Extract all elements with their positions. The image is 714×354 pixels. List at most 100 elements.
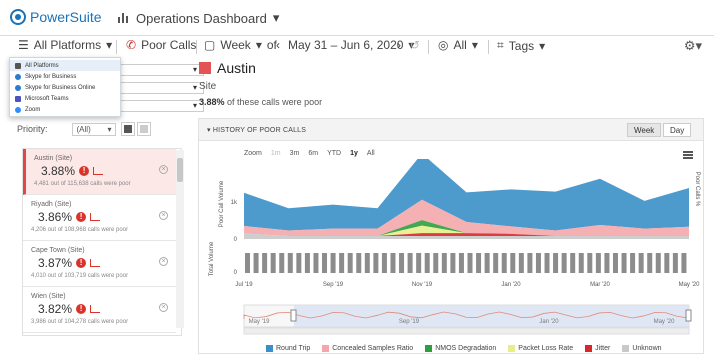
volume-bar bbox=[313, 253, 319, 273]
divider bbox=[428, 40, 429, 54]
trend-icon bbox=[90, 213, 101, 221]
stack-icon: ☰ bbox=[18, 38, 29, 52]
volume-bar bbox=[518, 253, 524, 273]
navigator-label: May '19 bbox=[249, 319, 270, 325]
zoom-1m[interactable]: 1m bbox=[271, 150, 281, 157]
platform-label: All Platforms bbox=[33, 38, 102, 52]
legend-swatch bbox=[266, 345, 273, 352]
dashboard-selector[interactable]: Operations Dashboard ▾ bbox=[118, 10, 279, 26]
chevron-right-icon: › bbox=[397, 38, 401, 52]
chevron-down-icon: ▾ bbox=[539, 38, 546, 53]
site-title-text: Austin bbox=[217, 60, 256, 76]
chevron-down-icon: ▾ bbox=[107, 124, 112, 134]
poor-calls-selector[interactable]: ✆ Poor Calls bbox=[126, 38, 196, 52]
site-card-austin[interactable]: Austin (Site) 3.88%! 4,481 out of 115,63… bbox=[23, 149, 176, 195]
period-selector[interactable]: ▢ Week ▾ of bbox=[204, 38, 277, 52]
volume-bar bbox=[578, 253, 584, 273]
volume-bar bbox=[638, 253, 644, 273]
toggle-week[interactable]: Week bbox=[627, 123, 662, 137]
grid-view-icon[interactable] bbox=[120, 122, 135, 136]
divider bbox=[116, 40, 117, 54]
scrollbar-thumb[interactable] bbox=[177, 158, 183, 182]
gear-icon: ⚙▾ bbox=[683, 38, 702, 53]
volume-bar bbox=[416, 253, 422, 273]
history-title[interactable]: ▾ HISTORY OF POOR CALLS bbox=[207, 126, 306, 134]
legend-item[interactable]: Unknown bbox=[622, 345, 662, 352]
legend-label: Concealed Samples Ratio bbox=[332, 345, 414, 352]
prev-period-button[interactable]: ‹ bbox=[276, 38, 280, 52]
logo-text: PowerSuite bbox=[30, 9, 102, 25]
area-round-trip bbox=[244, 159, 689, 231]
volume-bar bbox=[672, 253, 678, 273]
site-card-riyadh[interactable]: Riyadh (Site) 3.86%! 4,206 out of 108,96… bbox=[23, 195, 176, 241]
site-card-wien[interactable]: Wien (Site) 3.82%! 3,986 out of 104,278 … bbox=[23, 287, 176, 333]
volume-bar bbox=[561, 253, 567, 273]
date-range-selector[interactable]: May 31 – Jun 6, 2020 ▾ bbox=[288, 38, 414, 52]
dashboard-title: Operations Dashboard bbox=[136, 10, 267, 26]
platform-option-teams[interactable]: Microsoft Teams bbox=[10, 93, 120, 104]
settings-button[interactable]: ⚙▾ bbox=[684, 38, 702, 54]
platform-option-skype-online[interactable]: Skype for Business Online bbox=[10, 82, 120, 93]
list-view-icon[interactable] bbox=[136, 122, 151, 136]
legend-item[interactable]: NMOS Degradation bbox=[425, 345, 496, 352]
legend-swatch bbox=[622, 345, 630, 352]
app-logo[interactable]: PowerSuite bbox=[10, 9, 102, 25]
site-card-cape-town[interactable]: Cape Town (Site) 3.87%! 4,010 out of 103… bbox=[23, 241, 176, 287]
volume-bar bbox=[484, 253, 490, 273]
status-square-icon bbox=[199, 62, 211, 74]
toggle-day[interactable]: Day bbox=[663, 123, 692, 137]
globe-icon: ◎ bbox=[438, 38, 449, 52]
remove-icon[interactable]: × bbox=[159, 303, 168, 312]
legend-item[interactable]: Jitter bbox=[585, 345, 610, 352]
platform-option-zoom[interactable]: Zoom bbox=[10, 104, 120, 115]
volume-bar bbox=[501, 253, 507, 273]
volume-bar bbox=[630, 253, 636, 273]
filter-select-2[interactable]: ▾ bbox=[114, 82, 204, 94]
remove-icon[interactable]: × bbox=[159, 165, 168, 174]
zoom-ytd[interactable]: YTD bbox=[327, 150, 341, 157]
trend-icon bbox=[90, 259, 101, 267]
volume-bar bbox=[655, 253, 661, 273]
volume-bar bbox=[399, 253, 405, 273]
divider bbox=[196, 40, 197, 54]
volume-bar bbox=[570, 253, 576, 273]
next-period-button[interactable]: › bbox=[397, 38, 401, 52]
legend-item[interactable]: Concealed Samples Ratio bbox=[322, 345, 413, 352]
volume-bar bbox=[587, 253, 593, 273]
volume-bar bbox=[510, 253, 516, 273]
zoom-1y[interactable]: 1y bbox=[350, 150, 358, 157]
priority-select[interactable]: (All) ▾ bbox=[71, 122, 116, 136]
legend-item[interactable]: Round Trip bbox=[266, 345, 310, 352]
chart-legend: Round Trip Concealed Samples Ratio NMOS De… bbox=[266, 345, 662, 352]
scope-selector[interactable]: ◎ All ▾ bbox=[438, 38, 478, 52]
site-list-scrollbar[interactable] bbox=[176, 150, 184, 328]
zoom-3m[interactable]: 3m bbox=[290, 150, 300, 157]
filter-select-3[interactable]: ▾ bbox=[114, 100, 204, 112]
volume-bar bbox=[681, 253, 687, 273]
tags-selector[interactable]: ⌗ Tags ▾ bbox=[497, 38, 545, 53]
zoom-all[interactable]: All bbox=[367, 150, 375, 157]
site-type: Site bbox=[199, 81, 217, 92]
teams-icon bbox=[15, 95, 21, 102]
remove-icon[interactable]: × bbox=[159, 211, 168, 220]
history-panel-header: ▾ HISTORY OF POOR CALLS Week Day bbox=[199, 119, 703, 141]
volume-tick-label: 0 bbox=[234, 270, 238, 276]
filter-select-1[interactable]: ▾ bbox=[114, 64, 204, 76]
reset-button[interactable]: ↺ bbox=[410, 38, 420, 52]
volume-bar bbox=[330, 253, 336, 273]
volume-bar bbox=[450, 253, 456, 273]
platform-option-all[interactable]: All Platforms bbox=[10, 60, 120, 71]
trend-icon bbox=[90, 305, 101, 313]
volume-bar bbox=[467, 253, 473, 273]
alert-icon: ! bbox=[76, 212, 87, 222]
platform-menu: All Platforms Skype for Business Skype f… bbox=[9, 57, 121, 117]
week-label: Week bbox=[220, 38, 251, 52]
zoom-6m[interactable]: 6m bbox=[308, 150, 318, 157]
platform-option-skype[interactable]: Skype for Business bbox=[10, 71, 120, 82]
platform-selector[interactable]: ☰ All Platforms ▾ bbox=[18, 38, 112, 52]
volume-bar bbox=[621, 253, 627, 273]
x-tick-label: Jan '20 bbox=[501, 282, 521, 288]
chart-menu-icon[interactable] bbox=[683, 151, 693, 159]
legend-item[interactable]: Packet Loss Rate bbox=[508, 345, 573, 352]
remove-icon[interactable]: × bbox=[159, 257, 168, 266]
